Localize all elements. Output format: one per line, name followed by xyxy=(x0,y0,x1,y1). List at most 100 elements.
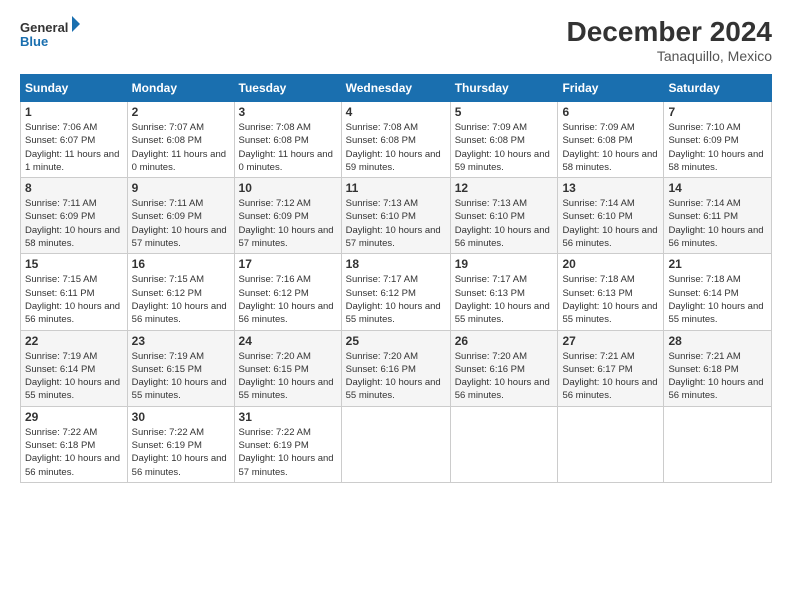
table-row: 20 Sunrise: 7:18 AM Sunset: 6:13 PM Dayl… xyxy=(558,254,664,330)
day-info: Sunrise: 7:15 AM Sunset: 6:12 PM Dayligh… xyxy=(132,273,230,326)
location-title: Tanaquillo, Mexico xyxy=(567,48,772,64)
day-info: Sunrise: 7:22 AM Sunset: 6:19 PM Dayligh… xyxy=(239,426,337,479)
day-number: 6 xyxy=(562,105,659,119)
day-info: Sunrise: 7:10 AM Sunset: 6:09 PM Dayligh… xyxy=(668,121,767,174)
table-row: 3 Sunrise: 7:08 AM Sunset: 6:08 PM Dayli… xyxy=(234,102,341,178)
table-row xyxy=(558,406,664,482)
day-info: Sunrise: 7:09 AM Sunset: 6:08 PM Dayligh… xyxy=(562,121,659,174)
day-number: 23 xyxy=(132,334,230,348)
day-info: Sunrise: 7:07 AM Sunset: 6:08 PM Dayligh… xyxy=(132,121,230,174)
day-number: 20 xyxy=(562,257,659,271)
table-row: 8 Sunrise: 7:11 AM Sunset: 6:09 PM Dayli… xyxy=(21,178,128,254)
month-title: December 2024 xyxy=(567,16,772,48)
day-number: 4 xyxy=(346,105,446,119)
day-info: Sunrise: 7:11 AM Sunset: 6:09 PM Dayligh… xyxy=(25,197,123,250)
table-row: 25 Sunrise: 7:20 AM Sunset: 6:16 PM Dayl… xyxy=(341,330,450,406)
col-sunday: Sunday xyxy=(21,75,128,102)
col-tuesday: Tuesday xyxy=(234,75,341,102)
day-number: 30 xyxy=(132,410,230,424)
day-info: Sunrise: 7:17 AM Sunset: 6:12 PM Dayligh… xyxy=(346,273,446,326)
day-number: 19 xyxy=(455,257,554,271)
table-row: 15 Sunrise: 7:15 AM Sunset: 6:11 PM Dayl… xyxy=(21,254,128,330)
calendar-week-row: 15 Sunrise: 7:15 AM Sunset: 6:11 PM Dayl… xyxy=(21,254,772,330)
day-number: 13 xyxy=(562,181,659,195)
day-info: Sunrise: 7:19 AM Sunset: 6:15 PM Dayligh… xyxy=(132,350,230,403)
calendar-week-row: 29 Sunrise: 7:22 AM Sunset: 6:18 PM Dayl… xyxy=(21,406,772,482)
day-number: 22 xyxy=(25,334,123,348)
day-number: 11 xyxy=(346,181,446,195)
col-monday: Monday xyxy=(127,75,234,102)
table-row: 29 Sunrise: 7:22 AM Sunset: 6:18 PM Dayl… xyxy=(21,406,128,482)
table-row xyxy=(341,406,450,482)
day-info: Sunrise: 7:14 AM Sunset: 6:11 PM Dayligh… xyxy=(668,197,767,250)
day-info: Sunrise: 7:15 AM Sunset: 6:11 PM Dayligh… xyxy=(25,273,123,326)
day-info: Sunrise: 7:16 AM Sunset: 6:12 PM Dayligh… xyxy=(239,273,337,326)
table-row: 30 Sunrise: 7:22 AM Sunset: 6:19 PM Dayl… xyxy=(127,406,234,482)
day-info: Sunrise: 7:19 AM Sunset: 6:14 PM Dayligh… xyxy=(25,350,123,403)
day-number: 29 xyxy=(25,410,123,424)
logo-svg: General Blue xyxy=(20,16,80,56)
table-row: 5 Sunrise: 7:09 AM Sunset: 6:08 PM Dayli… xyxy=(450,102,558,178)
table-row xyxy=(450,406,558,482)
day-info: Sunrise: 7:21 AM Sunset: 6:17 PM Dayligh… xyxy=(562,350,659,403)
table-row: 18 Sunrise: 7:17 AM Sunset: 6:12 PM Dayl… xyxy=(341,254,450,330)
table-row: 2 Sunrise: 7:07 AM Sunset: 6:08 PM Dayli… xyxy=(127,102,234,178)
day-number: 15 xyxy=(25,257,123,271)
table-row: 11 Sunrise: 7:13 AM Sunset: 6:10 PM Dayl… xyxy=(341,178,450,254)
table-row: 21 Sunrise: 7:18 AM Sunset: 6:14 PM Dayl… xyxy=(664,254,772,330)
col-saturday: Saturday xyxy=(664,75,772,102)
day-number: 10 xyxy=(239,181,337,195)
day-number: 12 xyxy=(455,181,554,195)
day-number: 14 xyxy=(668,181,767,195)
day-info: Sunrise: 7:08 AM Sunset: 6:08 PM Dayligh… xyxy=(346,121,446,174)
day-number: 28 xyxy=(668,334,767,348)
day-number: 3 xyxy=(239,105,337,119)
table-row: 17 Sunrise: 7:16 AM Sunset: 6:12 PM Dayl… xyxy=(234,254,341,330)
table-row: 16 Sunrise: 7:15 AM Sunset: 6:12 PM Dayl… xyxy=(127,254,234,330)
table-row: 26 Sunrise: 7:20 AM Sunset: 6:16 PM Dayl… xyxy=(450,330,558,406)
table-row: 19 Sunrise: 7:17 AM Sunset: 6:13 PM Dayl… xyxy=(450,254,558,330)
calendar-week-row: 22 Sunrise: 7:19 AM Sunset: 6:14 PM Dayl… xyxy=(21,330,772,406)
day-info: Sunrise: 7:22 AM Sunset: 6:19 PM Dayligh… xyxy=(132,426,230,479)
table-row: 28 Sunrise: 7:21 AM Sunset: 6:18 PM Dayl… xyxy=(664,330,772,406)
logo: General Blue xyxy=(20,16,80,56)
day-info: Sunrise: 7:13 AM Sunset: 6:10 PM Dayligh… xyxy=(455,197,554,250)
day-number: 16 xyxy=(132,257,230,271)
table-row: 4 Sunrise: 7:08 AM Sunset: 6:08 PM Dayli… xyxy=(341,102,450,178)
col-thursday: Thursday xyxy=(450,75,558,102)
day-number: 18 xyxy=(346,257,446,271)
table-row: 9 Sunrise: 7:11 AM Sunset: 6:09 PM Dayli… xyxy=(127,178,234,254)
table-row: 10 Sunrise: 7:12 AM Sunset: 6:09 PM Dayl… xyxy=(234,178,341,254)
day-number: 31 xyxy=(239,410,337,424)
calendar-week-row: 1 Sunrise: 7:06 AM Sunset: 6:07 PM Dayli… xyxy=(21,102,772,178)
day-info: Sunrise: 7:09 AM Sunset: 6:08 PM Dayligh… xyxy=(455,121,554,174)
day-number: 1 xyxy=(25,105,123,119)
table-row: 1 Sunrise: 7:06 AM Sunset: 6:07 PM Dayli… xyxy=(21,102,128,178)
day-info: Sunrise: 7:13 AM Sunset: 6:10 PM Dayligh… xyxy=(346,197,446,250)
day-info: Sunrise: 7:11 AM Sunset: 6:09 PM Dayligh… xyxy=(132,197,230,250)
day-info: Sunrise: 7:06 AM Sunset: 6:07 PM Dayligh… xyxy=(25,121,123,174)
day-info: Sunrise: 7:18 AM Sunset: 6:13 PM Dayligh… xyxy=(562,273,659,326)
calendar-header-row: Sunday Monday Tuesday Wednesday Thursday… xyxy=(21,75,772,102)
table-row: 31 Sunrise: 7:22 AM Sunset: 6:19 PM Dayl… xyxy=(234,406,341,482)
day-info: Sunrise: 7:12 AM Sunset: 6:09 PM Dayligh… xyxy=(239,197,337,250)
table-row: 22 Sunrise: 7:19 AM Sunset: 6:14 PM Dayl… xyxy=(21,330,128,406)
day-number: 8 xyxy=(25,181,123,195)
day-number: 25 xyxy=(346,334,446,348)
table-row xyxy=(664,406,772,482)
day-number: 26 xyxy=(455,334,554,348)
col-friday: Friday xyxy=(558,75,664,102)
day-number: 7 xyxy=(668,105,767,119)
day-info: Sunrise: 7:20 AM Sunset: 6:16 PM Dayligh… xyxy=(455,350,554,403)
table-row: 14 Sunrise: 7:14 AM Sunset: 6:11 PM Dayl… xyxy=(664,178,772,254)
day-number: 24 xyxy=(239,334,337,348)
day-number: 5 xyxy=(455,105,554,119)
table-row: 6 Sunrise: 7:09 AM Sunset: 6:08 PM Dayli… xyxy=(558,102,664,178)
day-number: 2 xyxy=(132,105,230,119)
page: General Blue December 2024 Tanaquillo, M… xyxy=(0,0,792,612)
day-number: 21 xyxy=(668,257,767,271)
calendar-week-row: 8 Sunrise: 7:11 AM Sunset: 6:09 PM Dayli… xyxy=(21,178,772,254)
table-row: 27 Sunrise: 7:21 AM Sunset: 6:17 PM Dayl… xyxy=(558,330,664,406)
day-info: Sunrise: 7:14 AM Sunset: 6:10 PM Dayligh… xyxy=(562,197,659,250)
calendar-table: Sunday Monday Tuesday Wednesday Thursday… xyxy=(20,74,772,483)
